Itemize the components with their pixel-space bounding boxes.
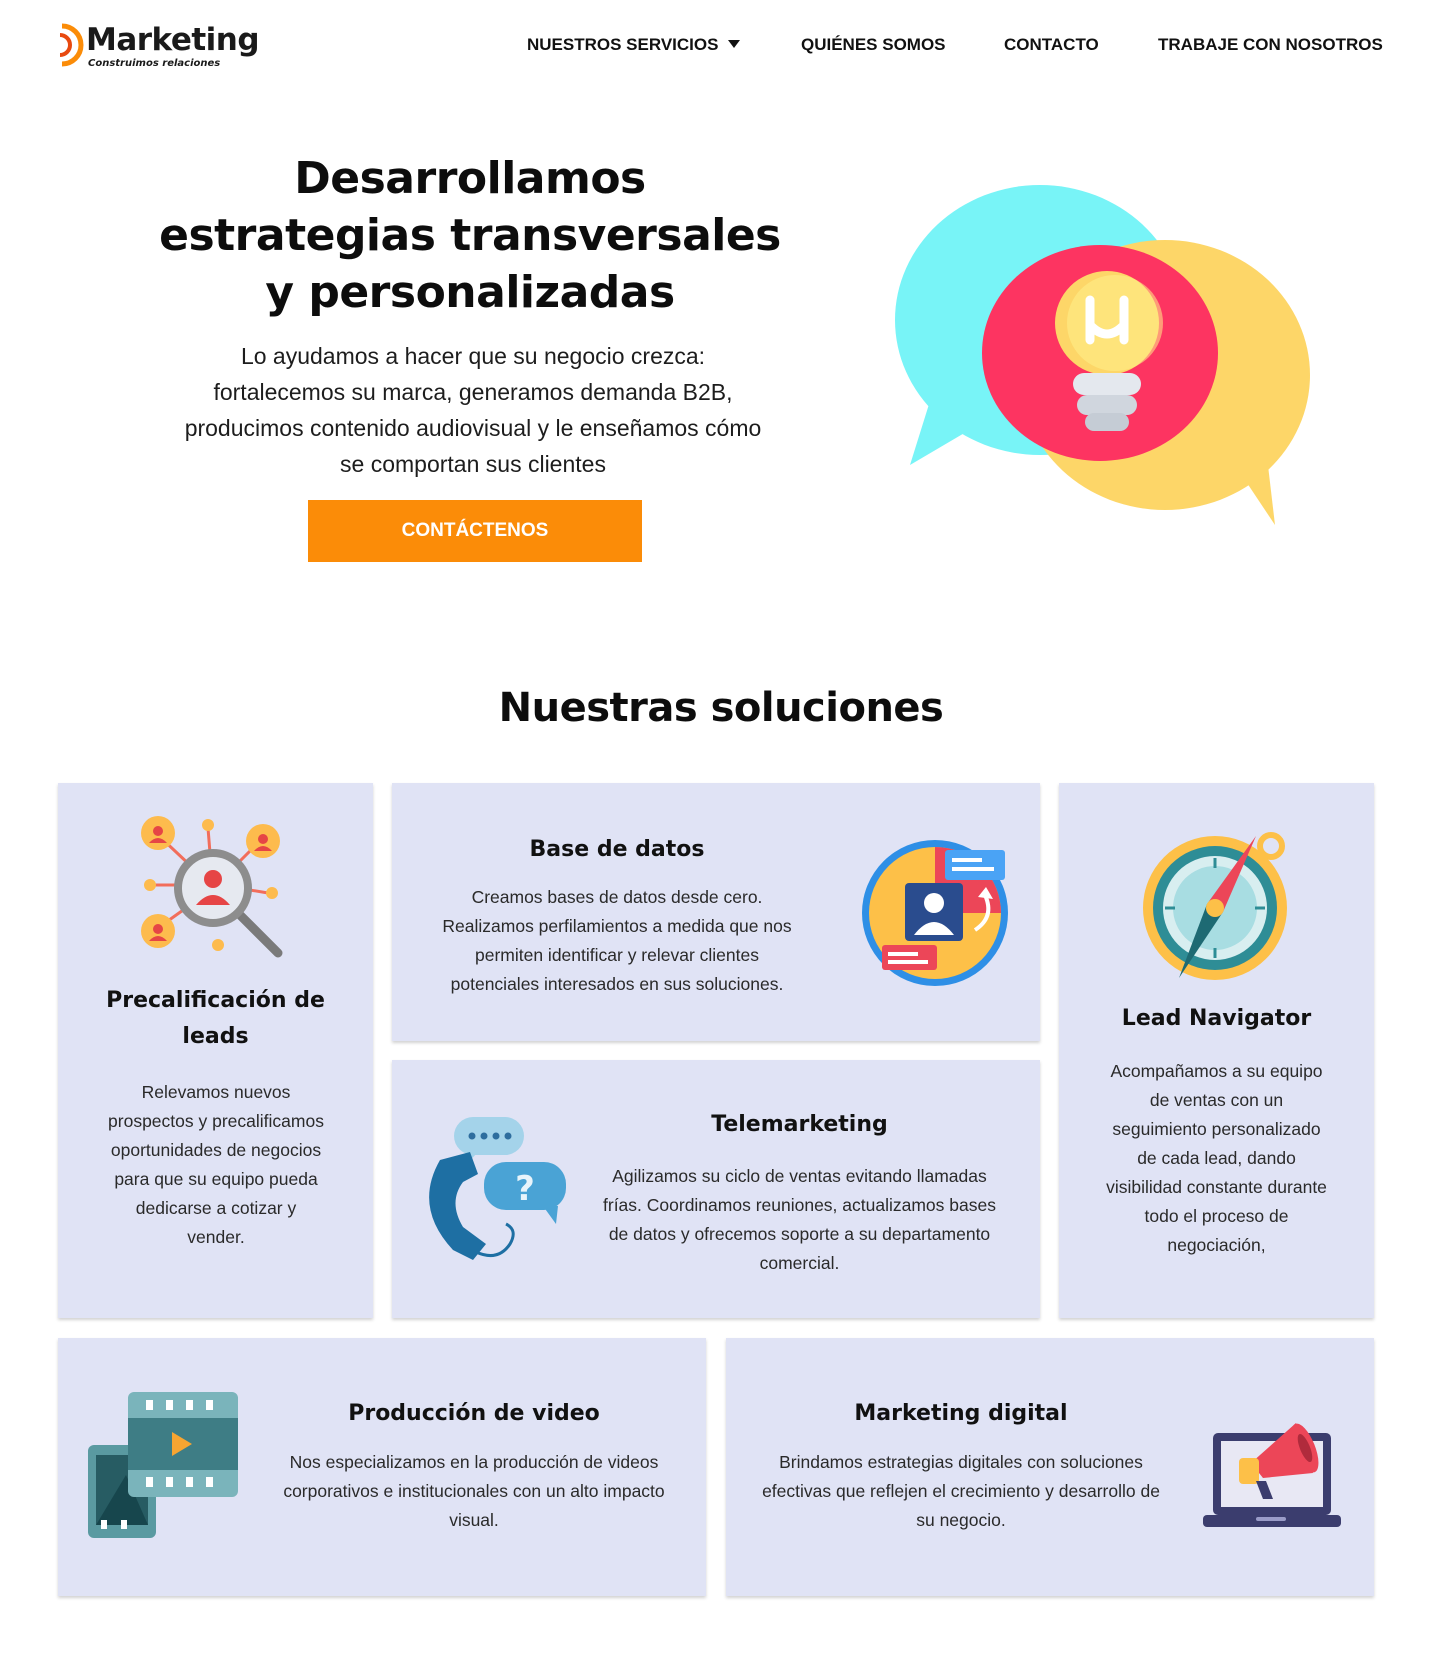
laptop-megaphone-icon [1203,1423,1341,1527]
nav-item-servicios[interactable]: NUESTROS SERVICIOS [527,35,741,55]
hero-subtitle: Lo ayudamos a hacer que su negocio crezc… [184,343,762,477]
card-text: Nos especializamos en la producción de v… [283,1452,665,1530]
solutions-title: Nuestras soluciones [498,685,944,731]
card-title: Telemarketing [711,1112,888,1137]
card-title: Base de datos [529,837,705,862]
nav-item-contacto[interactable]: CONTACTO [1004,35,1099,55]
solution-card-navigator[interactable]: Lead Navigator Acompañamos a su equipo d… [1059,783,1374,1318]
card-text: Acompañamos a su equipo de ventas con un… [1106,1061,1327,1255]
compass-icon [1143,832,1287,980]
solution-card-digital[interactable]: Marketing digital Brindamos estrategias … [726,1338,1374,1596]
card-text: Brindamos estrategias digitales con solu… [762,1452,1160,1530]
card-title: Lead Navigator [1121,1006,1312,1031]
solution-card-telemarketing[interactable]: ? Telemarketing Agilizamos su ciclo de v… [392,1060,1040,1318]
nav-item-quienes-somos[interactable]: QUIÉNES SOMOS [801,35,946,55]
speech-bubbles-lightbulb-icon [895,185,1310,525]
card-text: Agilizamos su ciclo de ventas evitando l… [603,1166,996,1273]
database-profile-icon [862,840,1008,986]
solution-card-database[interactable]: Base de datos Creamos bases de datos des… [392,783,1040,1041]
site-header: Marketing Construimos relaciones NUESTRO… [0,0,1442,95]
card-text: Creamos bases de datos desde cero. Reali… [442,887,792,994]
contact-cta-button[interactable]: CONTÁCTENOS [308,500,642,562]
caret-down-icon [728,40,741,48]
card-title: Precalificación de leads [106,988,325,1049]
phone-chat-icon: ? [429,1117,566,1260]
nav-item-label: NUESTROS SERVICIOS [527,35,719,54]
film-strip-icon [88,1392,238,1538]
svg-text:?: ? [515,1169,535,1209]
hero-title: Desarrollamos estrategias transversales … [159,153,781,318]
solution-card-leads[interactable]: Precalificación de leads Relevamos nuevo… [58,783,373,1318]
card-text: Relevamos nuevos prospectos y precalific… [108,1082,324,1247]
magnifier-people-icon [141,816,283,958]
brand-tagline: Construimos relaciones [88,58,221,69]
main-nav: NUESTROS SERVICIOS QUIÉNES SOMOS CONTACT… [0,35,1442,59]
card-title: Marketing digital [854,1401,1068,1426]
nav-item-trabaje[interactable]: TRABAJE CON NOSOTROS [1158,35,1383,55]
solution-card-video[interactable]: Producción de video Nos especializamos e… [58,1338,706,1596]
card-title: Producción de video [348,1401,600,1426]
